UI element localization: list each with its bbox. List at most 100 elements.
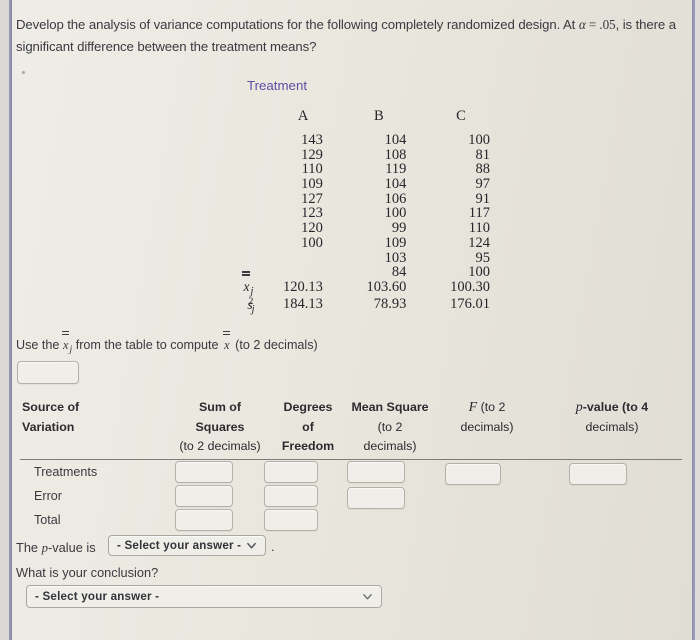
input-treatments-f-statistic[interactable]: [445, 463, 501, 485]
worksheet-content: Develop the analysis of variance computa…: [12, 0, 692, 640]
p-value-period: .: [271, 539, 275, 554]
header-ss-line3: (to 2 decimals): [179, 439, 261, 453]
conclusion-select[interactable]: - Select your answer -: [26, 585, 382, 608]
data-row-spacer: [212, 161, 262, 176]
question-prompt: Develop the analysis of variance computa…: [16, 14, 688, 58]
data-cell: 127: [301, 190, 323, 207]
column-header-c: C: [456, 108, 466, 124]
input-treatments-sum-of-squares[interactable]: [175, 461, 233, 483]
header-p-line1-rest: -value (to 4: [582, 400, 649, 414]
data-cell: 91: [475, 190, 491, 207]
data-cell: 109: [301, 176, 323, 193]
p-value-text-before: The: [16, 540, 42, 555]
header-ss-line1: Sum of: [199, 400, 241, 414]
data-row-spacer: [212, 147, 262, 162]
mean-a: 120.13: [282, 278, 323, 295]
input-error-mean-square[interactable]: [347, 487, 405, 509]
data-cell: 104: [384, 176, 407, 193]
data-cell: 143: [301, 132, 323, 148]
treatment-data-row: 84 100: [212, 264, 502, 280]
conclusion-question: What is your conclusion?: [16, 565, 159, 580]
variance-a: 184.13: [282, 295, 323, 312]
chevron-down-icon: [363, 593, 372, 600]
alpha-symbol: α: [578, 17, 586, 32]
data-cell: 110: [468, 220, 490, 237]
treatment-data-row: 100 109 124: [212, 234, 502, 251]
header-f-line1: F (to 2: [442, 398, 532, 418]
input-total-degrees-of-freedom[interactable]: [264, 509, 318, 531]
data-cell: 119: [385, 161, 407, 178]
x-double-bar-symbol: x: [223, 330, 230, 352]
data-cell: [262, 264, 334, 279]
header-sum-of-squares: Sum of Squares (to 2 decimals): [172, 398, 268, 457]
data-cell: 97: [475, 176, 491, 193]
data-cell: 81: [475, 146, 491, 163]
p-value-select-label: - Select your answer -: [117, 539, 242, 552]
data-row-spacer: [212, 235, 262, 250]
header-f-line2: decimals): [460, 419, 514, 434]
treatment-data-row: 127 106 91: [212, 190, 502, 207]
p-value-text-after: -value is: [48, 540, 96, 555]
treatment-data-row: 110 119 88: [212, 161, 502, 178]
alpha-value: = .05: [585, 17, 616, 32]
treatment-data-row: 123 100 117: [212, 205, 502, 222]
treatment-table-title: Treatment: [246, 78, 308, 93]
header-source-line1: Source of: [22, 400, 80, 414]
header-df-line3: Freedom: [281, 439, 335, 453]
conclusion-select-label: - Select your answer -: [35, 590, 160, 603]
grand-mean-instruction: Use the xj from the table to compute x (…: [16, 330, 318, 355]
p-symbol: p: [575, 400, 583, 415]
input-treatments-p-value[interactable]: [569, 463, 627, 485]
header-ss-line2: Squares: [195, 419, 245, 434]
data-cell: 100: [468, 132, 490, 148]
data-cell: 109: [384, 234, 407, 251]
header-df-line2: of: [302, 419, 314, 434]
treatment-data-rows: 143 104 100 129 108 81 110 119 88 109 104 97 127 106 9…: [212, 132, 502, 280]
header-f-statistic: F (to 2 decimals): [442, 398, 532, 437]
prompt-line1-part2: , is: [615, 17, 633, 32]
data-cell: 108: [384, 146, 407, 163]
treatment-data-row: 109 104 97: [212, 176, 502, 193]
page-left-margin: [0, 0, 9, 640]
data-row-spacer: [212, 132, 262, 147]
data-cell: 88: [475, 161, 491, 178]
data-cell: 106: [384, 190, 407, 207]
header-spacer: [212, 108, 268, 132]
chevron-down-icon: [247, 542, 256, 549]
input-error-degrees-of-freedom[interactable]: [264, 485, 318, 507]
header-ms-line2: (to 2: [377, 419, 403, 434]
p-value-select[interactable]: - Select your answer -: [108, 535, 266, 556]
x-bar-j-symbol: x: [61, 330, 69, 352]
data-cell: 104: [384, 132, 407, 148]
data-cell: 120: [301, 220, 323, 237]
data-cell: 117: [468, 205, 490, 222]
header-f-line1-rest: (to 2: [477, 400, 506, 414]
treatment-data-row: 120 99 110: [212, 220, 502, 237]
header-p-value: p-value (to 4 decimals): [554, 398, 670, 437]
header-p-line2: decimals): [585, 419, 639, 434]
header-ms-line1: Mean Square: [351, 400, 429, 414]
prompt-line1-part1: Develop the analysis of variance computa…: [16, 17, 579, 32]
header-source-of-variation: Source of Variation: [22, 398, 162, 437]
f-symbol: F: [468, 400, 478, 415]
grand-mean-input[interactable]: [17, 361, 79, 384]
variance-row: sj2 184.13 78.93 176.01: [212, 295, 502, 315]
header-ms-line3: decimals): [363, 439, 417, 453]
data-cell: 129: [301, 146, 323, 163]
data-row-spacer: [212, 250, 262, 265]
row-label-total: Total: [34, 513, 61, 527]
treatment-data-row: 143 104 100: [212, 132, 502, 148]
input-treatments-mean-square[interactable]: [347, 461, 405, 483]
treatment-data-row: 103 95: [212, 250, 502, 266]
input-error-sum-of-squares[interactable]: [175, 485, 233, 507]
column-header-b: B: [374, 108, 384, 124]
input-treatments-degrees-of-freedom[interactable]: [264, 461, 318, 483]
treatment-data-row: 129 108 81: [212, 146, 502, 163]
variance-b: 78.93: [373, 295, 407, 312]
data-row-spacer: [212, 220, 262, 235]
x-bar-symbol: x: [242, 271, 251, 294]
data-cell: 100: [384, 205, 407, 222]
input-total-sum-of-squares[interactable]: [175, 509, 233, 531]
header-source-line2: Variation: [22, 419, 75, 434]
header-df-line1: Degrees: [283, 400, 333, 414]
